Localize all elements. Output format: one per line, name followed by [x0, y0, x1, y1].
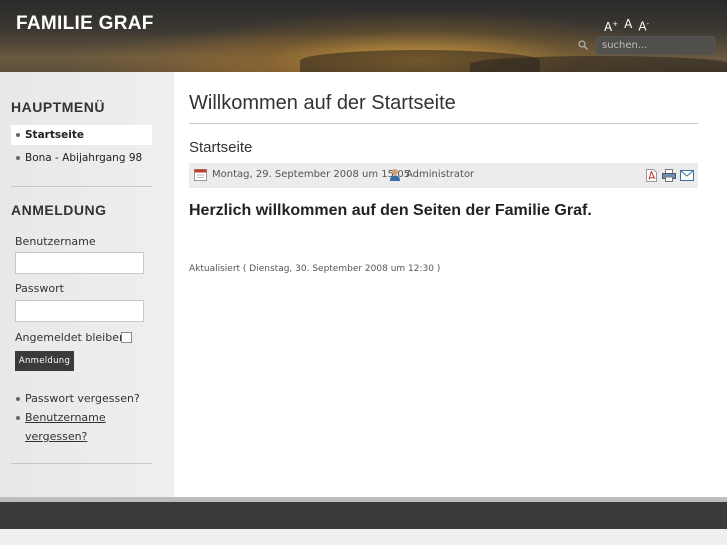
divider — [11, 463, 152, 464]
print-icon[interactable] — [662, 169, 676, 182]
page-title: Willkommen auf der Startseite — [189, 92, 456, 114]
password-field[interactable] — [15, 300, 144, 322]
search-input[interactable] — [596, 36, 715, 55]
divider — [189, 123, 698, 124]
forgot-password-link[interactable]: Passwort vergessen? — [15, 389, 140, 408]
login-title: ANMELDUNG — [11, 202, 107, 218]
remember-checkbox[interactable] — [121, 332, 132, 343]
username-label: Benutzername — [15, 235, 96, 248]
calendar-icon — [194, 169, 207, 181]
article-date: Montag, 29. September 2008 um 15:05 — [212, 169, 411, 180]
sidebar-item-bona-abijahrgang[interactable]: Bona - Abijahrgang 98 — [11, 148, 152, 168]
forgot-username-link[interactable]: Benutzername vergessen? — [15, 408, 106, 446]
footer — [0, 502, 727, 529]
main-menu-title: HAUPTMENÜ — [11, 99, 105, 115]
font-reset-button[interactable]: A — [624, 16, 632, 36]
password-label: Passwort — [15, 282, 64, 295]
header-hill-decoration — [470, 56, 727, 72]
article-meta-bar: Montag, 29. September 2008 um 15:05 Admi… — [189, 163, 698, 188]
user-icon — [390, 169, 400, 181]
updated-text: Aktualisiert ( Dienstag, 30. September 2… — [189, 264, 441, 274]
divider — [11, 186, 152, 187]
sidebar-item-startseite[interactable]: Startseite — [11, 125, 152, 145]
login-button[interactable]: Anmeldung — [15, 351, 74, 371]
article-title: Startseite — [189, 139, 253, 156]
font-decrease-button[interactable]: A- — [638, 16, 649, 36]
email-icon[interactable] — [680, 170, 694, 181]
remember-label: Angemeldet bleiben — [15, 331, 126, 344]
site-title[interactable]: FAMILIE GRAF — [16, 13, 154, 35]
article-author: Administrator — [406, 169, 475, 180]
username-field[interactable] — [15, 252, 144, 274]
font-size-controls: A+ A A- — [604, 16, 649, 36]
font-increase-button[interactable]: A+ — [604, 16, 618, 36]
header: FAMILIE GRAF A+ A A- — [0, 0, 727, 72]
sidebar: HAUPTMENÜ Startseite Bona - Abijahrgang … — [0, 72, 174, 497]
pdf-icon[interactable] — [646, 169, 657, 182]
welcome-text: Herzlich willkommen auf den Seiten der F… — [189, 202, 592, 219]
search-icon — [578, 40, 588, 50]
footer-bottom — [0, 529, 727, 545]
